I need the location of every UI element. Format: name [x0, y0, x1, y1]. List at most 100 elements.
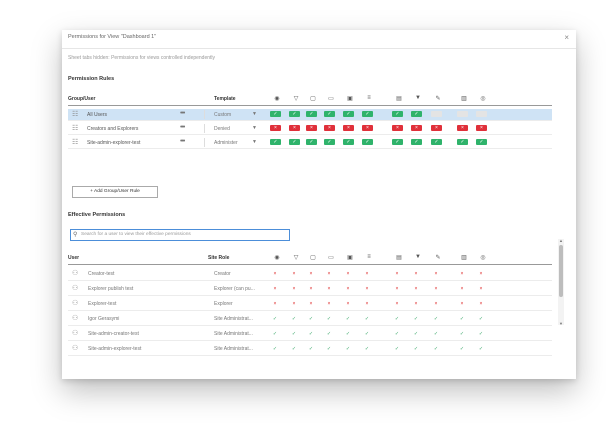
capability-allow-button[interactable]: ✓ [411, 139, 422, 145]
more-options-button[interactable]: ••• [180, 124, 185, 131]
denied-icon: × [346, 286, 350, 292]
download-summary-icon: ≡ [367, 95, 371, 101]
capability-allow-button[interactable]: ✓ [270, 111, 281, 117]
denied-icon: × [414, 271, 418, 277]
group-icon: ☷ [72, 111, 79, 118]
user-row[interactable]: ⚇ Explorer publish test Explorer (can pu… [68, 283, 552, 296]
capability-deny-button[interactable]: × [270, 125, 281, 131]
set-permissions-icon: ◎ [480, 255, 486, 261]
rule-row[interactable]: ☷ All Users ••• Custom ▼ ✓ ✓ ✓ ✓ ✓ ✓ ✓ ✓ [68, 109, 552, 121]
user-site-role: Site Administrat... [214, 331, 253, 337]
download-full-data-icon: ▤ [396, 255, 402, 261]
capability-allow-button[interactable]: ✓ [343, 111, 354, 117]
user-row[interactable]: ⚇ Site-admin-explorer-test Site Administ… [68, 343, 552, 356]
capability-deny-button[interactable]: × [431, 125, 442, 131]
capability-allow-button[interactable]: ✓ [289, 139, 300, 145]
scrollbar-thumb[interactable] [559, 245, 563, 297]
capability-allow-button[interactable]: ✓ [392, 139, 403, 145]
permission-rules-title: Permission Rules [68, 76, 115, 82]
allowed-icon: ✓ [308, 331, 314, 337]
dialog-titlebar: Permissions for View "Dashboard 1" × [62, 30, 576, 49]
allowed-icon: ✓ [326, 316, 332, 322]
scroll-down-icon[interactable]: ▼ [558, 321, 564, 326]
rule-row[interactable]: ☷ Site-admin-explorer-test ••• Administe… [68, 137, 552, 149]
user-row[interactable]: ⚇ Igor Gerasymi Site Administrat... ✓ ✓ ✓ ✓ ✓… [68, 313, 552, 326]
capability-none-button[interactable] [457, 111, 468, 117]
allowed-icon: ✓ [291, 316, 297, 322]
denied-icon: × [273, 271, 277, 277]
user-name: Igor Gerasymi [88, 316, 120, 322]
capability-allow-button[interactable]: ✓ [411, 111, 422, 117]
capability-deny-button[interactable]: × [476, 125, 487, 131]
user-name: Explorer-test [88, 301, 117, 307]
user-row[interactable]: ⚇ Creator-test Creator × × × × × × × × × × × [68, 268, 552, 281]
effective-scrollbar[interactable]: ▲ ▼ [558, 238, 564, 326]
download-summary-icon: ≡ [367, 254, 371, 260]
allowed-icon: ✓ [413, 331, 419, 337]
row-divider [204, 138, 205, 147]
capability-allow-button[interactable]: ✓ [392, 111, 403, 117]
more-options-button[interactable]: ••• [180, 110, 185, 117]
share-icon: ▼ [415, 254, 421, 260]
user-name: Site-admin-explorer-test [88, 346, 142, 352]
capability-allow-button[interactable]: ✓ [457, 139, 468, 145]
capability-deny-button[interactable]: × [457, 125, 468, 131]
capability-deny-button[interactable]: × [324, 125, 335, 131]
capability-allow-button[interactable]: ✓ [324, 111, 335, 117]
allowed-icon: ✓ [272, 331, 278, 337]
user-search-input[interactable]: ⚲ Search for a user to view their effect… [70, 229, 290, 241]
capability-allow-button[interactable]: ✓ [362, 139, 373, 145]
capability-allow-button[interactable]: ✓ [431, 139, 442, 145]
user-icon: ⚇ [72, 300, 79, 307]
allowed-icon: ✓ [433, 331, 439, 337]
capability-none-button[interactable] [476, 111, 487, 117]
denied-icon: × [273, 286, 277, 292]
capability-allow-button[interactable]: ✓ [362, 111, 373, 117]
capability-deny-button[interactable]: × [411, 125, 422, 131]
chevron-down-icon[interactable]: ▼ [252, 111, 257, 117]
allowed-icon: ✓ [413, 316, 419, 322]
download-full-data-icon: ▤ [396, 96, 402, 102]
capability-deny-button[interactable]: × [362, 125, 373, 131]
more-options-button[interactable]: ••• [180, 138, 185, 145]
capability-allow-button[interactable]: ✓ [306, 111, 317, 117]
capability-none-button[interactable] [431, 111, 442, 117]
denied-icon: × [309, 286, 313, 292]
add-group-user-rule-button[interactable]: + Add Group/User Rule [72, 186, 158, 198]
chevron-down-icon[interactable]: ▼ [252, 139, 257, 145]
user-row[interactable]: ⚇ Explorer-test Explorer × × × × × × × × × × × [68, 298, 552, 311]
user-row[interactable]: ⚇ Site-admin-creator-test Site Administr… [68, 328, 552, 341]
allowed-icon: ✓ [413, 346, 419, 352]
capability-allow-button[interactable]: ✓ [289, 111, 300, 117]
denied-icon: × [292, 301, 296, 307]
scroll-up-icon[interactable]: ▲ [558, 238, 564, 243]
user-icon: ⚇ [72, 345, 79, 352]
capability-deny-button[interactable]: × [289, 125, 300, 131]
view-icon: ◉ [274, 255, 280, 261]
denied-icon: × [327, 301, 331, 307]
capability-deny-button[interactable]: × [392, 125, 403, 131]
allowed-icon: ✓ [326, 331, 332, 337]
sheet-tabs-note: Sheet tabs hidden: Permissions for views… [68, 55, 216, 61]
close-icon[interactable]: × [564, 33, 569, 42]
capability-allow-button[interactable]: ✓ [306, 139, 317, 145]
capability-allow-button[interactable]: ✓ [270, 139, 281, 145]
download-image-icon: ▣ [347, 96, 353, 102]
add-comment-icon: ▭ [328, 255, 334, 261]
capability-allow-button[interactable]: ✓ [324, 139, 335, 145]
user-icon: ⚇ [72, 330, 79, 337]
capability-deny-button[interactable]: × [343, 125, 354, 131]
denied-icon: × [460, 301, 464, 307]
capability-deny-button[interactable]: × [306, 125, 317, 131]
row-divider [204, 124, 205, 133]
rule-row[interactable]: ☷ Creators and Explorers ••• Denied ▼ × × ×… [68, 123, 552, 135]
web-edit-icon: ✎ [435, 96, 441, 102]
user-icon: ⚇ [72, 270, 79, 277]
share-icon: ▼ [415, 95, 421, 101]
dialog-title: Permissions for View "Dashboard 1" [68, 34, 157, 40]
user-site-role: Explorer [214, 301, 233, 307]
capability-allow-button[interactable]: ✓ [343, 139, 354, 145]
capability-allow-button[interactable]: ✓ [476, 139, 487, 145]
chevron-down-icon[interactable]: ▼ [252, 125, 257, 131]
allowed-icon: ✓ [345, 331, 351, 337]
